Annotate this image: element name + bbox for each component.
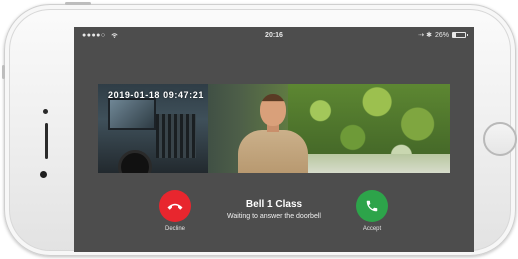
- phone-frame: ●●●●○ 20:16 ⇢ ✱ 26% 2019-01-18 09:47:21 …: [2, 2, 517, 256]
- battery-icon: [452, 32, 468, 38]
- status-time: 20:16: [265, 32, 283, 39]
- decline-label: Decline: [164, 226, 185, 232]
- truck-grille: [156, 114, 196, 158]
- battery-percent: 26%: [434, 31, 449, 39]
- decline-button[interactable]: [159, 190, 191, 222]
- status-bar: ●●●●○ 20:16 ⇢ ✱ 26%: [74, 27, 474, 45]
- proximity-sensor: [40, 171, 47, 178]
- status-right-indicators: ⇢ ✱ 26%: [418, 31, 468, 39]
- battery-fill: [453, 33, 457, 37]
- truck-wheel: [118, 150, 152, 173]
- visitor-person: [238, 92, 308, 173]
- video-timestamp: 2019-01-18 09:47:21: [108, 90, 204, 100]
- accept-button[interactable]: [356, 190, 388, 222]
- call-status-text: Waiting to answer the doorbell: [227, 213, 321, 220]
- volume-button: [2, 65, 5, 79]
- location-bluetooth-icons: ⇢ ✱: [418, 32, 432, 39]
- visitor-head: [260, 94, 286, 126]
- visitor-shirt: [238, 130, 308, 173]
- doorbell-video-feed: 2019-01-18 09:47:21: [98, 84, 450, 173]
- power-button: [65, 2, 91, 5]
- accept-label: Accept: [362, 226, 382, 232]
- caller-info: Bell 1 Class Waiting to answer the doorb…: [194, 199, 354, 220]
- earpiece-speaker: [45, 123, 48, 159]
- caller-title: Bell 1 Class: [245, 199, 303, 210]
- hang-up-icon: [167, 203, 183, 210]
- intercom-call-screen: ●●●●○ 20:16 ⇢ ✱ 26% 2019-01-18 09:47:21 …: [74, 27, 474, 252]
- truck-window: [108, 98, 156, 130]
- front-camera: [43, 109, 48, 114]
- phone-icon: [366, 200, 378, 212]
- home-button[interactable]: [483, 122, 517, 156]
